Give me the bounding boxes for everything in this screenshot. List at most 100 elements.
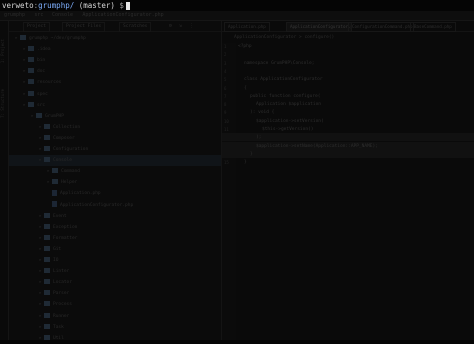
tree-row[interactable]: ▸ Util [9,333,221,344]
editor-breadcrumb: ApplicationConfigurator > configure() [234,35,335,40]
nav-crumb-3[interactable]: ApplicationConfigurator.php [82,12,163,19]
tree-row[interactable]: ▸ Runner [9,311,221,322]
folder-icon [36,112,42,118]
tree-row[interactable]: ▸ Exception [9,222,221,233]
editor-tab-0[interactable]: Application.php [224,22,270,32]
tree-row[interactable]: ▸ Git [9,244,221,255]
tree-row[interactable]: ▸ GrumPHP [9,111,221,122]
folder-icon [44,234,50,240]
editor-tab-2[interactable]: ConfigurationCommand.php [348,22,414,32]
tree-row[interactable]: ApplicationConfigurator.php [9,200,221,211]
folder-icon [52,179,58,185]
tree-row[interactable]: ▸ doc [9,66,221,77]
tree-row[interactable]: ▸ Linter [9,266,221,277]
tree-row-label: .idea [37,47,51,53]
folder-icon [44,157,50,163]
tree-row[interactable]: ▸ Process [9,299,221,310]
gear-icon[interactable]: ⚙ [169,23,172,29]
line-number: 15 [224,160,229,166]
folder-icon [44,279,50,285]
folder-icon [44,245,50,251]
folder-icon [44,212,50,218]
tree-row[interactable]: ▸ Locator [9,277,221,288]
tree-row-label: spec [37,91,48,97]
project-view-tab-2[interactable]: Scratches [119,22,152,32]
tree-row[interactable]: ▸ Task [9,322,221,333]
folder-icon [28,79,34,85]
terminal-branch: (master) [78,1,115,10]
folder-icon [52,168,58,174]
tree-row[interactable]: ▸ Parser [9,288,221,299]
folder-icon [28,101,34,107]
tree-row[interactable]: ▸ grumphp ~/dev/grumphp [9,33,221,44]
tree-row[interactable]: ▸ resources [9,77,221,88]
tool-window-0[interactable]: 1: Project [0,39,8,63]
code-editor: Application.php ApplicationConfigurator.p… [222,21,474,340]
nav-crumb-0[interactable]: grumphp [4,12,25,19]
line-number: 6 [224,85,227,91]
tree-row-label: resources [37,80,62,86]
project-panel: Project Project Files Scratches ⚙ ⇲ ⋮ ▸ grumph… [9,21,222,341]
folder-icon [28,46,34,52]
tree-row-label: Exception [53,224,78,230]
tree-row-label: Git [53,246,62,252]
tree-row[interactable]: ▸ Configuration [9,144,221,155]
tool-window-1[interactable]: 7: Structure [0,89,8,118]
tree-row-label: Task [53,324,64,330]
editor-tabs: Application.php ApplicationConfigurator.p… [222,21,474,32]
folder-icon [44,301,50,307]
folder-icon [44,223,50,229]
tree-row[interactable]: ▸ .idea [9,44,221,55]
project-toolbar: Project Project Files Scratches ⚙ ⇲ ⋮ [9,21,221,32]
line-number: 10 [224,118,229,124]
line-number: 7 [224,93,227,99]
tree-row-label: Configuration [53,147,89,152]
tree-row[interactable]: ▸ Formatter [9,233,221,244]
folder-icon [44,334,50,340]
tree-row[interactable]: ▸ Console [9,155,221,167]
tree-row-label: Parser [53,291,70,297]
tree-row-label: IO [53,258,59,263]
code-line: { [244,85,247,91]
line-number: 8 [224,102,227,108]
terminal-cursor[interactable] [125,2,130,10]
php-file-icon [52,201,57,207]
nav-crumb-2[interactable]: Console [52,12,73,19]
tree-row-label: Application.php [60,191,101,197]
tree-row-label: Runner [53,313,70,319]
tree-row-label: Helper [61,180,78,186]
line-number: 11 [224,127,229,132]
folder-icon [44,323,50,329]
code-line: ): void { [250,110,275,116]
collapse-icon[interactable]: ⇲ [179,23,182,29]
tree-row[interactable]: ▸ src [9,100,221,111]
tree-row-label: doc [37,69,46,75]
nav-crumb-1[interactable]: src [34,12,43,19]
project-view-tab-1[interactable]: Project Files [62,22,106,32]
current-line-highlight [222,149,474,158]
tree-row[interactable]: ▸ IO [9,255,221,266]
folder-icon [28,68,34,74]
tree-row[interactable]: ▸ spec [9,89,221,100]
code-line: namespace GrumPHP\Console; [244,60,315,66]
tree-row[interactable]: ▸ Collection [9,122,221,133]
tree-row[interactable]: ▸ Command [9,166,221,177]
line-number: 4 [224,68,227,74]
code-line: } [250,151,253,157]
tree-row[interactable]: ▸ Composer [9,133,221,144]
tree-row[interactable]: ▸ Event [9,211,221,222]
editor-tab-1[interactable]: ApplicationConfigurator.php [286,22,352,32]
editor-tab-3[interactable]: BaseCommand.php [410,22,456,32]
code-line: Application $application [256,102,322,108]
folder-icon [44,312,50,318]
code-line: } [244,160,247,166]
tree-row[interactable]: Application.php [9,188,221,199]
ide-tool-strip: 1: Project 7: Structure [0,21,9,340]
project-view-tab-0[interactable]: Project [23,22,50,32]
tree-row[interactable]: ▸ Helper [9,177,221,188]
tree-row-label: bin [37,58,46,64]
line-number: 3 [224,60,227,66]
settings-icon[interactable]: ⋮ [189,23,194,29]
tree-row[interactable]: ▸ bin [9,55,221,66]
terminal-user: verweto [2,1,34,10]
